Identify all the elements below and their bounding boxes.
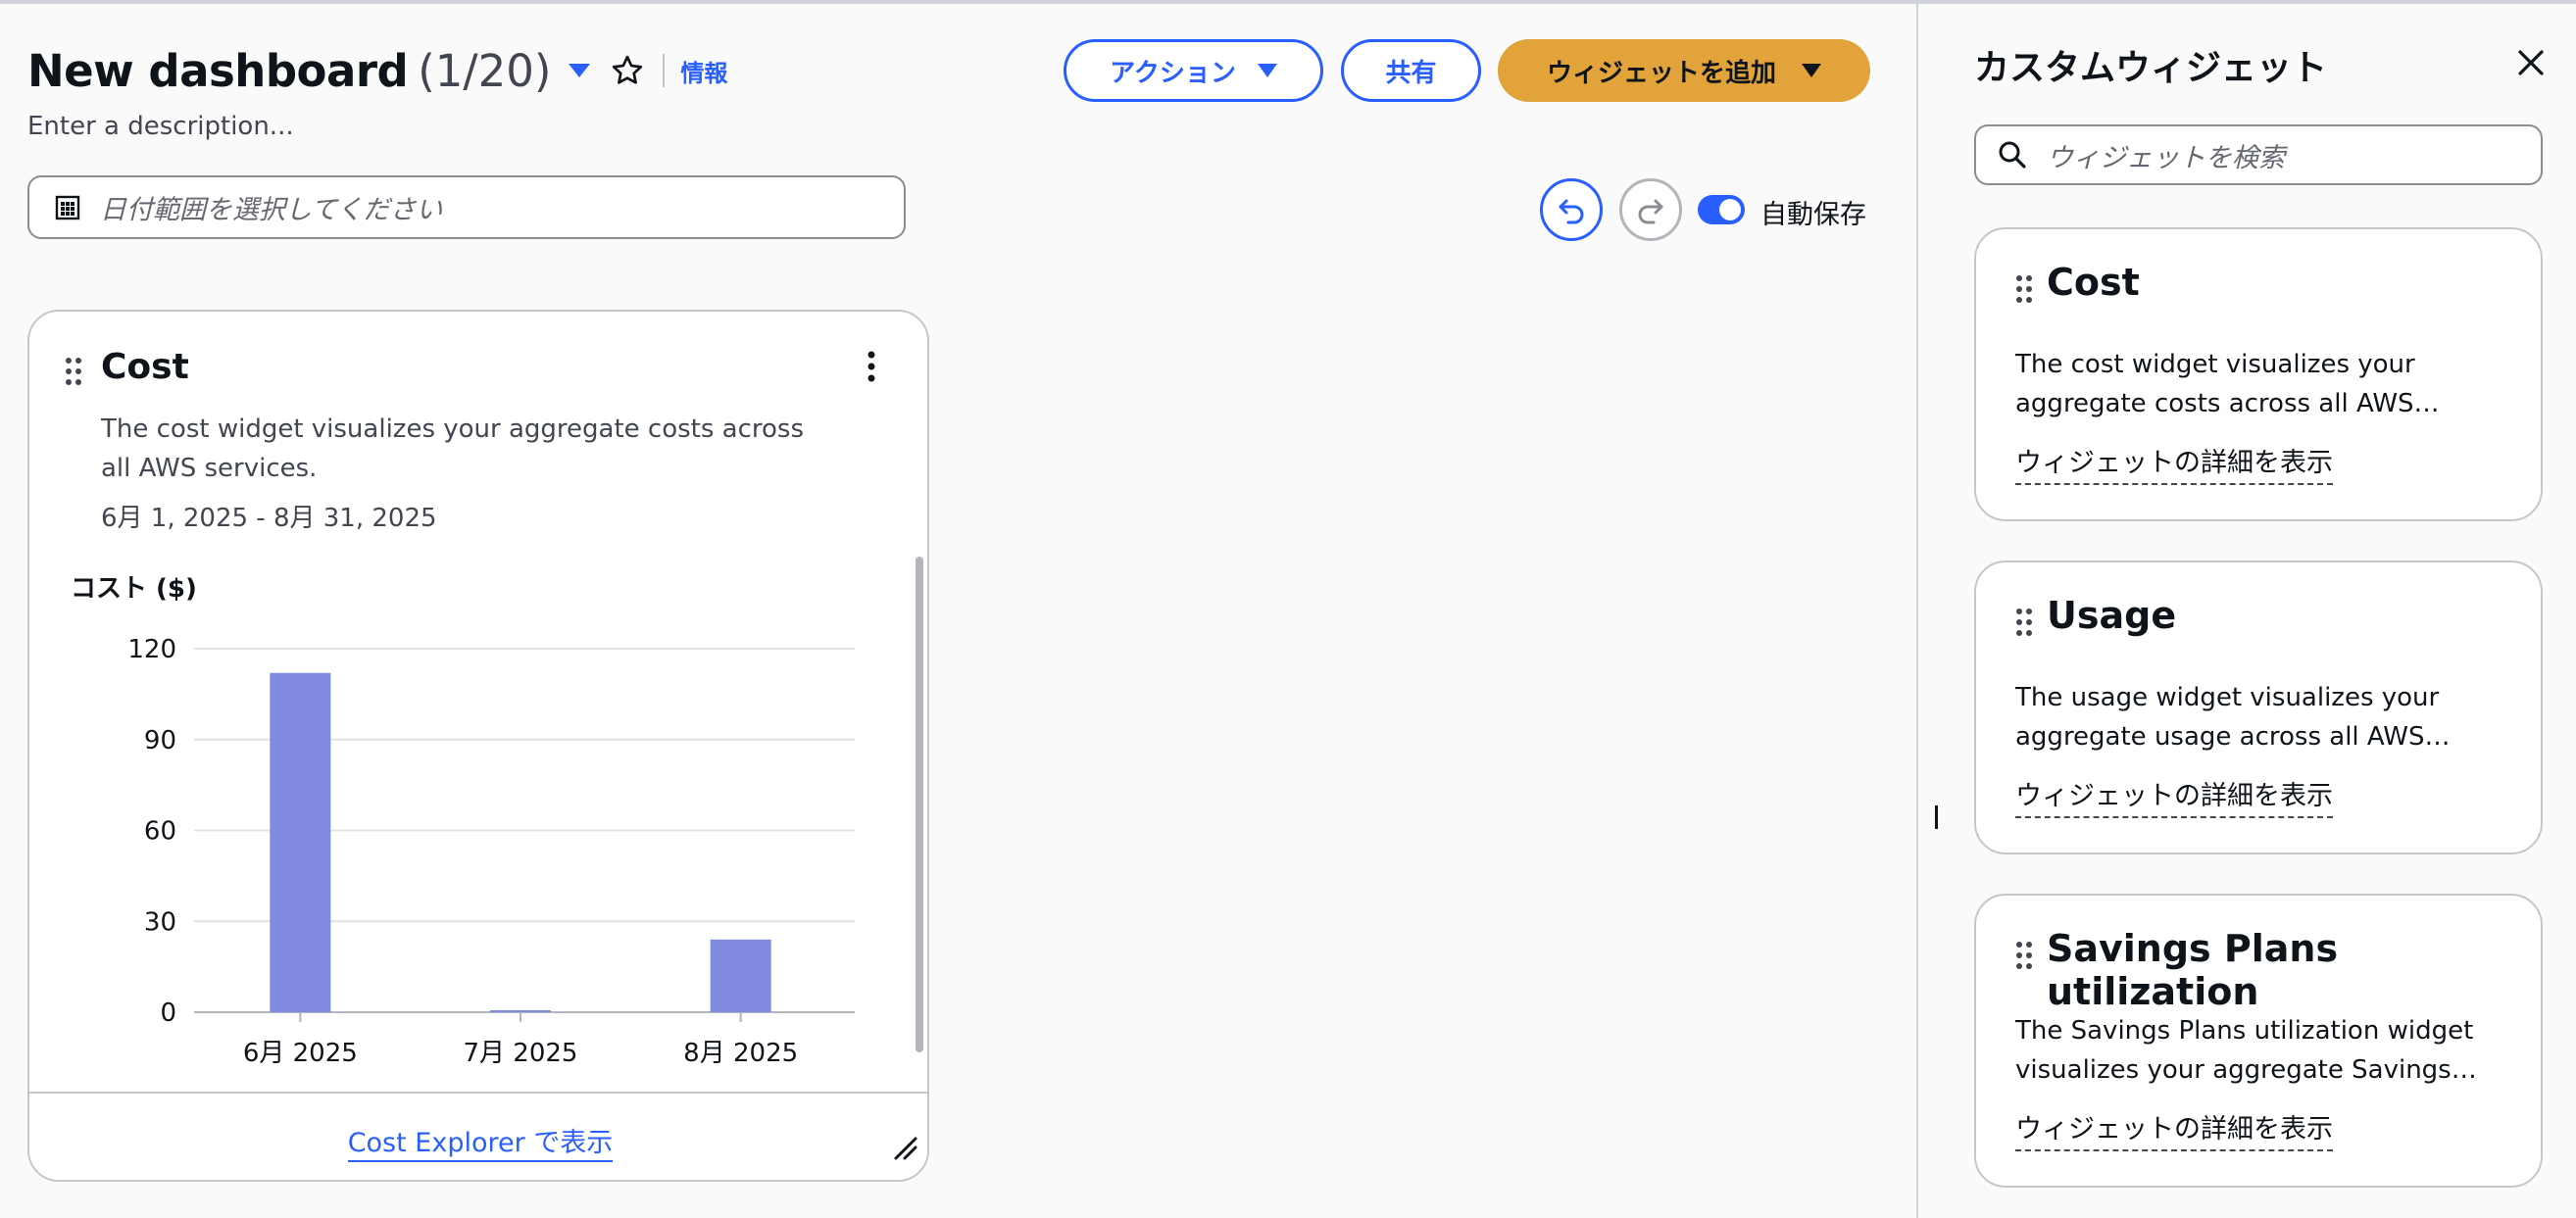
calendar-icon (55, 195, 80, 219)
drag-handle-icon[interactable] (2015, 274, 2033, 304)
drag-handle-icon[interactable] (65, 357, 82, 386)
widget-footer: Cost Explorer で表示 (29, 1092, 927, 1180)
dashboard-main: New dashboard (1/20) 情報 Enter a descript… (0, 4, 1916, 1218)
undo-icon (1559, 199, 1584, 224)
chevron-down-icon (1802, 64, 1821, 77)
widget-title: Cost (101, 347, 189, 387)
widget-card-title: Usage (2047, 594, 2177, 637)
widget-card-description-line: The usage widget visualizes your (2015, 683, 2440, 712)
widget-description-line: all AWS services. (101, 454, 318, 483)
more-options-icon[interactable] (867, 351, 876, 382)
date-range-input[interactable]: 日付範囲を選択してください (27, 175, 906, 239)
widget-date-range: 6月 1, 2025 - 8月 31, 2025 (101, 504, 437, 533)
x-tick-label: 7月 2025 (464, 1039, 578, 1066)
y-tick-label: 120 (127, 635, 176, 664)
widget-scrollbar[interactable] (916, 557, 923, 1052)
add-widget-button-label: ウィジェットを追加 (1546, 58, 1776, 88)
widget-details-link[interactable]: ウィジェットの詳細を表示 (2015, 441, 2333, 485)
y-tick-label: 30 (144, 907, 176, 937)
widget-card-description-line: visualizes your aggregate Savings… (2015, 1055, 2477, 1085)
drag-handle-icon[interactable] (2015, 941, 2033, 970)
bar-3[interactable] (710, 939, 771, 1012)
widget-card-savings-plans[interactable]: Savings Plans utilization The Savings Pl… (1974, 894, 2543, 1188)
dashboard-title[interactable]: New dashboard (27, 45, 409, 97)
autosave-toggle[interactable] (1698, 195, 1745, 224)
cost-explorer-link[interactable]: Cost Explorer で表示 (347, 1128, 614, 1162)
widget-description: The cost widget visualizes your aggregat… (101, 410, 807, 488)
close-icon[interactable] (2515, 47, 2547, 78)
share-button-label: 共有 (1385, 58, 1437, 88)
bar-2[interactable] (490, 1010, 551, 1012)
cost-bar-chart: 0 30 60 90 120 6月 2025 7月 2025 8月 2025 (127, 635, 855, 1066)
cost-explorer-link-wrap: Cost Explorer で表示 (29, 1121, 927, 1162)
widget-card-description-line: The Savings Plans utilization widget (2015, 1016, 2474, 1046)
panel-title: カスタムウィジェット (1974, 48, 2328, 88)
widget-description-line: The cost widget visualizes your aggregat… (101, 414, 805, 444)
y-tick-label: 60 (144, 817, 176, 847)
x-tick-label: 6月 2025 (243, 1039, 358, 1066)
widget-card-usage[interactable]: Usage The usage widget visualizes your a… (1974, 560, 2543, 854)
chart-title: コスト ($) (71, 574, 197, 604)
widget-card-description-line: aggregate usage across all AWS… (2015, 722, 2451, 752)
autosave-label: 自動保存 (1760, 200, 1866, 230)
drag-handle-icon[interactable] (2015, 608, 2033, 637)
y-tick-label: 0 (160, 999, 176, 1028)
add-widget-button[interactable]: ウィジェットを追加 (1498, 39, 1870, 102)
panel-resize-handle[interactable] (1935, 805, 1938, 829)
undo-button[interactable] (1540, 178, 1603, 241)
resize-handle-icon[interactable] (892, 1135, 917, 1160)
widget-card-description: The usage widget visualizes your aggrega… (2015, 678, 2505, 756)
x-tick-label: 8月 2025 (683, 1039, 798, 1066)
widget-card-title: Savings Plans utilization (2047, 927, 2339, 1013)
widget-card-description-line: aggregate costs across all AWS… (2015, 389, 2440, 418)
bar-1[interactable] (270, 672, 331, 1012)
search-placeholder: ウィジェットを検索 (2047, 142, 2285, 173)
search-icon (1999, 141, 2026, 169)
redo-button[interactable] (1619, 178, 1682, 241)
cost-widget: Cost The cost widget visualizes your agg… (27, 310, 929, 1182)
actions-button-label: アクション (1110, 58, 1236, 88)
custom-widgets-panel: カスタムウィジェット ウィジェットを検索 Cost The cost widge… (1918, 4, 2576, 1218)
widget-card-description-line: The cost widget visualizes your (2015, 350, 2415, 379)
dashboard-counter: (1/20) (418, 44, 552, 97)
title-row: New dashboard (1/20) 情報 (27, 41, 727, 100)
widget-details-link[interactable]: ウィジェットの詳細を表示 (2015, 1107, 2333, 1151)
toggle-knob (1719, 199, 1741, 220)
share-button[interactable]: 共有 (1341, 39, 1481, 102)
widget-details-link[interactable]: ウィジェットの詳細を表示 (2015, 774, 2333, 818)
date-range-placeholder: 日付範囲を選択してください (100, 195, 443, 225)
redo-icon (1638, 199, 1663, 224)
title-divider (663, 54, 666, 87)
star-icon[interactable] (610, 53, 645, 88)
widget-search-input[interactable]: ウィジェットを検索 (1974, 124, 2543, 185)
widget-card-description: The cost widget visualizes your aggregat… (2015, 345, 2505, 423)
y-tick-label: 90 (144, 726, 176, 755)
chevron-down-icon (1257, 64, 1277, 77)
widget-card-cost[interactable]: Cost The cost widget visualizes your agg… (1974, 227, 2543, 521)
dashboard-description[interactable]: Enter a description... (27, 112, 294, 141)
info-link[interactable]: 情報 (680, 54, 727, 88)
dashboard-dropdown-icon[interactable] (569, 64, 591, 77)
widget-card-title: Cost (2047, 261, 2140, 304)
actions-button[interactable]: アクション (1064, 39, 1323, 102)
widget-card-description: The Savings Plans utilization widget vis… (2015, 1011, 2505, 1090)
